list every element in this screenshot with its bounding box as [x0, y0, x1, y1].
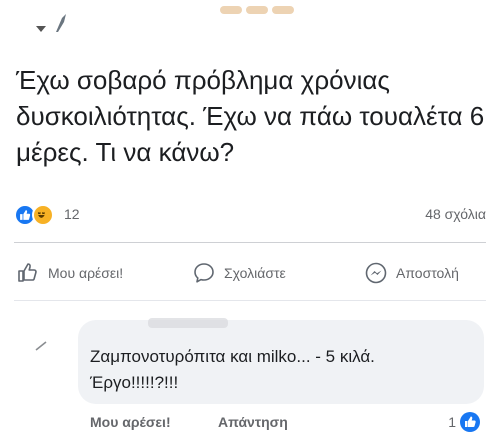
- send-button-label: Αποστολή: [396, 265, 459, 281]
- comment-reply-link[interactable]: Απάντηση: [218, 414, 288, 430]
- reaction-count: 12: [64, 206, 80, 222]
- comment-button-label: Σχολιάστε: [224, 265, 286, 281]
- comment-like-count: 1: [448, 414, 456, 430]
- divider: [14, 242, 486, 243]
- divider: [14, 300, 486, 301]
- reactions-summary[interactable]: 12 48 σχόλια: [14, 200, 486, 230]
- post-text: Έχω σοβαρό πρόβλημα χρόνιας δυσκοιλιότητ…: [16, 65, 485, 167]
- like-icon: [460, 412, 480, 432]
- privacy-icon: [56, 14, 66, 32]
- thumbs-up-icon: [18, 263, 37, 282]
- comment-count[interactable]: 48 σχόλια: [425, 206, 486, 222]
- comment-text: Ζαμπονοτυρόπιτα και milko... - 5 κιλά. Έ…: [90, 344, 480, 396]
- comment-actions: Μου αρέσει! Απάντηση 1: [90, 412, 484, 434]
- chevron-down-icon[interactable]: [36, 26, 46, 32]
- like-button-label: Μου αρέσει!: [48, 265, 124, 281]
- send-button[interactable]: Αποστολή: [364, 255, 459, 291]
- comment-text-line: Ζαμπονοτυρόπιτα και milko... - 5 κιλά.: [90, 347, 375, 366]
- blurred-author-info: [110, 2, 294, 18]
- comment-button[interactable]: Σχολιάστε: [192, 255, 286, 291]
- comment-author-redacted: [148, 318, 228, 328]
- comment-like-link[interactable]: Μου αρέσει!: [90, 414, 171, 430]
- comment-text-line: Έργο!!!!!?!!!: [90, 373, 179, 392]
- haha-icon: [32, 204, 54, 226]
- edit-icon: [35, 341, 47, 351]
- messenger-icon: [365, 262, 387, 284]
- reaction-icons: [14, 204, 58, 226]
- post-actions: Μου αρέσει! Σχολιάστε Αποστολή: [14, 255, 486, 295]
- post-header: [0, 0, 500, 50]
- comment-icon: [194, 263, 214, 283]
- like-button[interactable]: Μου αρέσει!: [16, 255, 123, 291]
